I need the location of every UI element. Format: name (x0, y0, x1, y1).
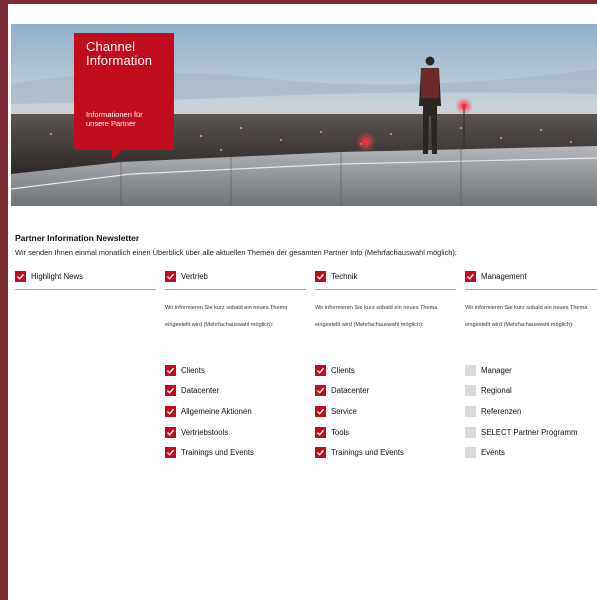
column-description: Wir informieren Sie kurz sobald ein neue… (315, 305, 438, 328)
checkbox[interactable] (165, 385, 176, 397)
badge-title-line1: Channel (86, 39, 136, 54)
checkbox[interactable] (315, 405, 326, 417)
item-label: Service (331, 406, 357, 416)
item-label: Datacenter (331, 386, 370, 396)
check-icon (317, 449, 325, 456)
column-header[interactable]: Vertrieb (165, 268, 306, 290)
item-label: Regional (481, 386, 512, 396)
list-item[interactable]: Referenzen (465, 401, 577, 422)
check-icon (317, 388, 325, 395)
checkbox[interactable] (165, 426, 176, 438)
newsletter-title: Partner Information Newsletter (15, 233, 140, 243)
check-icon (17, 273, 25, 280)
list-item[interactable]: Tools (315, 422, 404, 443)
list-item[interactable]: Events (465, 442, 577, 463)
page: Channel Information Informationen für un… (8, 4, 597, 600)
check-icon (317, 367, 325, 374)
checkbox-management[interactable] (465, 270, 476, 282)
item-label: Manager (481, 365, 512, 375)
column-technik: Technik Wir informieren Sie kurz sobald … (315, 268, 456, 459)
list-item[interactable]: Regional (465, 381, 577, 402)
item-list: Clients Datacenter Allgemeine Aktionen V… (165, 360, 254, 463)
item-label: Trainings und Events (181, 448, 254, 458)
list-item[interactable]: Clients (315, 360, 404, 381)
column-description: Wir informieren Sie kurz sobald ein neue… (465, 305, 588, 328)
check-icon (467, 273, 475, 280)
column-vertrieb: Vertrieb Wir informieren Sie kurz sobald… (165, 268, 306, 459)
checkbox[interactable] (165, 364, 176, 376)
item-label: Allgemeine Aktionen (181, 406, 252, 416)
checkbox[interactable] (315, 426, 326, 438)
column-header[interactable]: Highlight News (15, 268, 156, 290)
list-item[interactable]: Datacenter (165, 381, 254, 402)
item-list: Manager Regional Referenzen SELECT Partn… (465, 360, 577, 463)
check-icon (167, 388, 175, 395)
checkbox[interactable] (165, 447, 176, 459)
list-item[interactable]: Trainings und Events (165, 442, 254, 463)
check-icon (167, 408, 175, 415)
newsletter-subtitle: Wir senden Ihnen einmal monatlich einen … (15, 248, 457, 257)
badge-subtitle-line2: unsere Partner (86, 119, 136, 128)
checkbox[interactable] (465, 385, 476, 397)
badge-subtitle-line1: Informationen für (86, 110, 143, 119)
check-icon (317, 408, 325, 415)
column-label: Highlight News (31, 271, 84, 281)
item-label: Tools (331, 427, 350, 437)
check-icon (317, 429, 325, 436)
item-label: Clients (331, 365, 355, 375)
column-header[interactable]: Management (465, 268, 597, 290)
check-icon (317, 273, 325, 280)
hero-banner: Channel Information Informationen für un… (11, 24, 597, 206)
item-label: Vertriebstools (181, 427, 229, 437)
checkbox[interactable] (465, 405, 476, 417)
check-icon (167, 367, 175, 374)
list-item[interactable]: Manager (465, 360, 577, 381)
check-icon (167, 449, 175, 456)
list-item[interactable]: SELECT Partner Programm (465, 422, 577, 443)
check-icon (167, 429, 175, 436)
item-label: Trainings und Events (331, 448, 404, 458)
item-list: Clients Datacenter Service Tools Trainin… (315, 360, 404, 463)
item-label: Events (481, 448, 505, 458)
checkbox[interactable] (465, 447, 476, 459)
checkbox[interactable] (165, 405, 176, 417)
checkbox-vertrieb[interactable] (165, 270, 176, 282)
list-item[interactable]: Clients (165, 360, 254, 381)
checkbox[interactable] (315, 364, 326, 376)
list-item[interactable]: Service (315, 401, 404, 422)
item-label: Clients (181, 365, 205, 375)
checkbox[interactable] (315, 385, 326, 397)
item-label: SELECT Partner Programm (481, 427, 578, 437)
list-item[interactable]: Allgemeine Aktionen (165, 401, 254, 422)
checkbox[interactable] (315, 447, 326, 459)
checkbox[interactable] (465, 426, 476, 438)
list-item[interactable]: Datacenter (315, 381, 404, 402)
column-label: Technik (331, 271, 358, 281)
column-description: Wir informieren Sie kurz sobald ein neue… (165, 305, 288, 328)
item-label: Referenzen (481, 406, 522, 416)
list-item[interactable]: Vertriebstools (165, 422, 254, 443)
column-label: Management (481, 271, 527, 281)
column-management: Management Wir informieren Sie kurz soba… (465, 268, 597, 459)
checkbox[interactable] (465, 364, 476, 376)
channel-information-badge: Channel Information Informationen für un… (74, 33, 174, 160)
column-highlight-news: Highlight News (15, 268, 156, 290)
column-label: Vertrieb (181, 271, 208, 281)
badge-tail (112, 150, 122, 160)
badge-title-line2: Information (86, 53, 153, 68)
check-icon (167, 273, 175, 280)
item-label: Datacenter (181, 386, 220, 396)
list-item[interactable]: Trainings und Events (315, 442, 404, 463)
checkbox-technik[interactable] (315, 270, 326, 282)
checkbox-highlight-news[interactable] (15, 270, 26, 282)
column-header[interactable]: Technik (315, 268, 456, 290)
